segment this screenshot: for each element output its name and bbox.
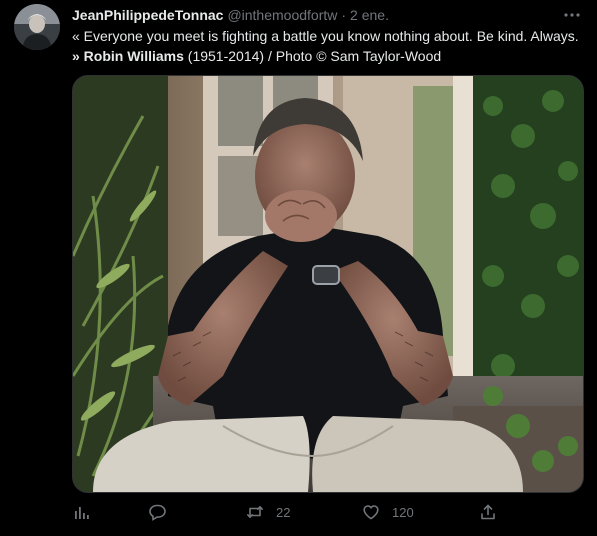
header-separator: · [341,7,347,23]
reply-icon[interactable] [149,500,167,524]
tweet-photo[interactable] [72,75,584,493]
tweet-text-bold: » Robin Williams [72,48,184,64]
author-handle[interactable]: @inthemoodfortw [227,7,337,23]
tweet-text: « Everyone you meet is fighting a battle… [72,26,587,66]
tweet-text-line-1: « Everyone you meet is fighting a battle… [72,28,579,44]
retweet-icon [247,506,263,518]
like-button[interactable]: 120 [362,500,414,524]
heart-icon [363,505,379,520]
tweet-actions: 22 120 [72,500,582,524]
tweet-text-rest: (1951-2014) / Photo © Sam Taylor-Wood [183,48,442,64]
retweet-button[interactable]: 22 [246,500,290,524]
author-display-name[interactable]: JeanPhilippedeTonnac [72,7,223,23]
retweet-count: 22 [276,504,291,520]
tweet-date[interactable]: 2 ene. [350,7,389,23]
ellipsis-icon[interactable] [561,6,583,24]
analytics-icon[interactable] [72,500,90,524]
like-count: 120 [392,504,414,520]
tweet-text-line-2: » Robin Williams (1951-2014) / Photo © S… [72,46,587,66]
avatar[interactable] [14,4,60,50]
tweet-header: JeanPhilippedeTonnac @inthemoodfortw · 2 en… [72,6,557,24]
share-icon[interactable] [479,500,497,524]
tweet[interactable]: JeanPhilippedeTonnac @inthemoodfortw · 2 en… [0,0,597,536]
